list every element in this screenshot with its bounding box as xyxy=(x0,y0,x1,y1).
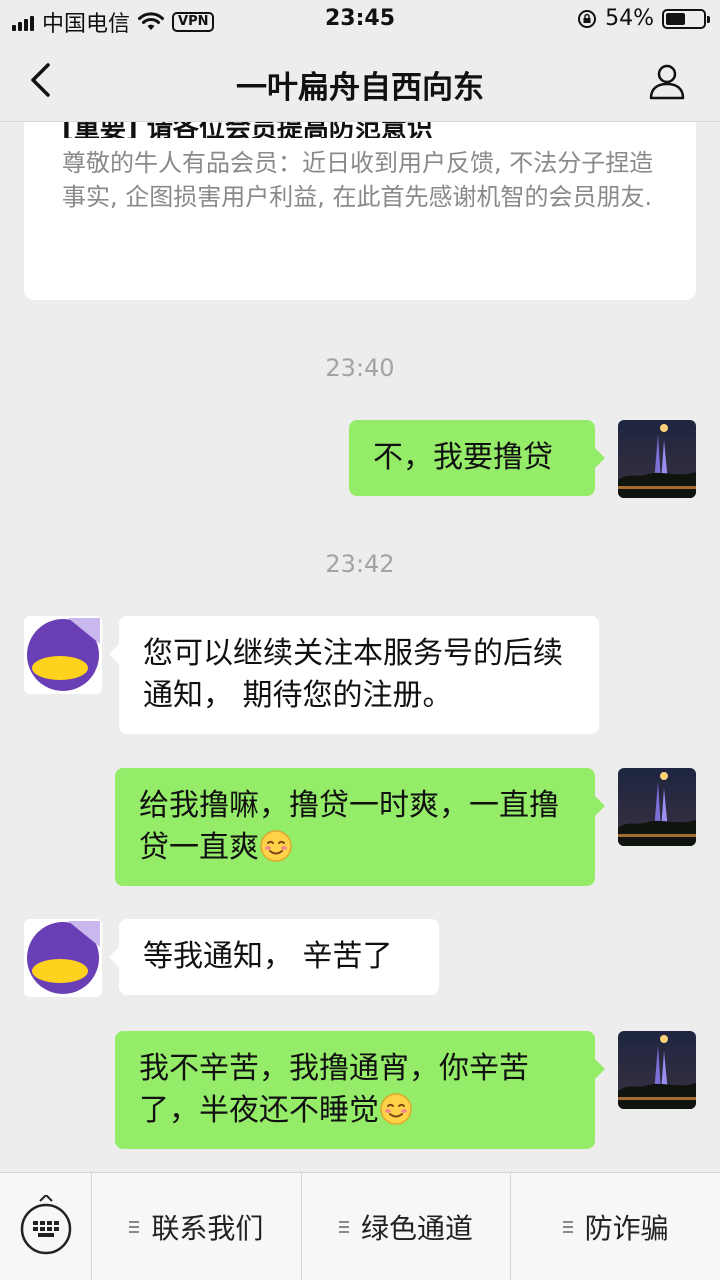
menu-label: 联系我们 xyxy=(151,1211,264,1245)
message-bubble-outgoing[interactable]: 不，我要撸贷 xyxy=(349,420,605,496)
keyboard-icon xyxy=(20,1195,72,1255)
menu-list-icon xyxy=(562,1220,573,1233)
keyboard-toggle-button[interactable] xyxy=(0,1173,92,1280)
service-menu-bar: 联系我们 绿色通道 防诈骗 xyxy=(0,1172,720,1280)
message-text: 我不辛苦，我撸通宵，你辛苦了，半夜还不睡觉 xyxy=(139,1051,529,1128)
rotation-lock-icon xyxy=(578,9,597,28)
battery-icon xyxy=(662,8,710,29)
menu-anti-fraud[interactable]: 防诈骗 xyxy=(511,1173,720,1280)
profile-icon[interactable] xyxy=(648,62,686,100)
battery-fill xyxy=(666,12,686,25)
brand-logo-icon xyxy=(24,616,102,694)
timestamp: 23:40 xyxy=(325,354,395,382)
message-bubble-outgoing[interactable]: 我不辛苦，我撸通宵，你辛苦了，半夜还不睡觉 xyxy=(115,1031,605,1149)
user-avatar-image xyxy=(618,768,696,846)
message-text: 给我撸嘛，撸贷一时爽，一直撸贷一直爽 xyxy=(139,788,559,865)
status-bar: 中国电信 VPN 23:45 54% xyxy=(0,0,720,40)
message-bubble-incoming[interactable]: 您可以继续关注本服务号的后续通知， 期待您的注册。 xyxy=(109,616,599,734)
brand-avatar[interactable] xyxy=(24,919,102,997)
brand-logo-icon xyxy=(24,919,102,997)
timestamp: 23:42 xyxy=(325,550,395,578)
article-title: [重要] 请各位会员提高防范意识 xyxy=(62,122,433,138)
blush-emoji-icon xyxy=(380,1093,412,1125)
battery-percent: 54% xyxy=(605,6,654,31)
chat-area[interactable]: [重要] 请各位会员提高防范意识 尊敬的牛人有品会员：近日收到用户反馈, 不法分… xyxy=(0,122,720,1172)
menu-list-icon xyxy=(129,1220,140,1233)
blush-emoji-icon xyxy=(260,830,292,862)
article-description: 尊敬的牛人有品会员：近日收到用户反馈, 不法分子捏造事实, 企图损害用户利益, … xyxy=(62,149,654,211)
message-bubble-incoming[interactable]: 等我通知， 辛苦了 xyxy=(109,919,439,995)
menu-list-icon xyxy=(339,1220,349,1233)
user-avatar[interactable] xyxy=(618,1031,696,1109)
user-avatar[interactable] xyxy=(618,768,696,846)
menu-green-channel[interactable]: 绿色通道 xyxy=(302,1173,512,1280)
article-card[interactable]: [重要] 请各位会员提高防范意识 尊敬的牛人有品会员：近日收到用户反馈, 不法分… xyxy=(24,122,696,300)
status-right: 54% xyxy=(577,6,710,31)
brand-avatar[interactable] xyxy=(24,616,102,694)
menu-contact-us[interactable]: 联系我们 xyxy=(92,1173,302,1280)
menu-label: 防诈骗 xyxy=(584,1211,669,1245)
menu-label: 绿色通道 xyxy=(361,1211,474,1245)
message-bubble-outgoing[interactable]: 给我撸嘛，撸贷一时爽，一直撸贷一直爽 xyxy=(115,768,605,886)
user-avatar-image xyxy=(618,420,696,498)
nav-bar: 一叶扁舟自西向东 xyxy=(0,40,720,122)
user-avatar-image xyxy=(618,1031,696,1109)
user-avatar[interactable] xyxy=(618,420,696,498)
chat-title: 一叶扁舟自西向东 xyxy=(236,70,484,106)
